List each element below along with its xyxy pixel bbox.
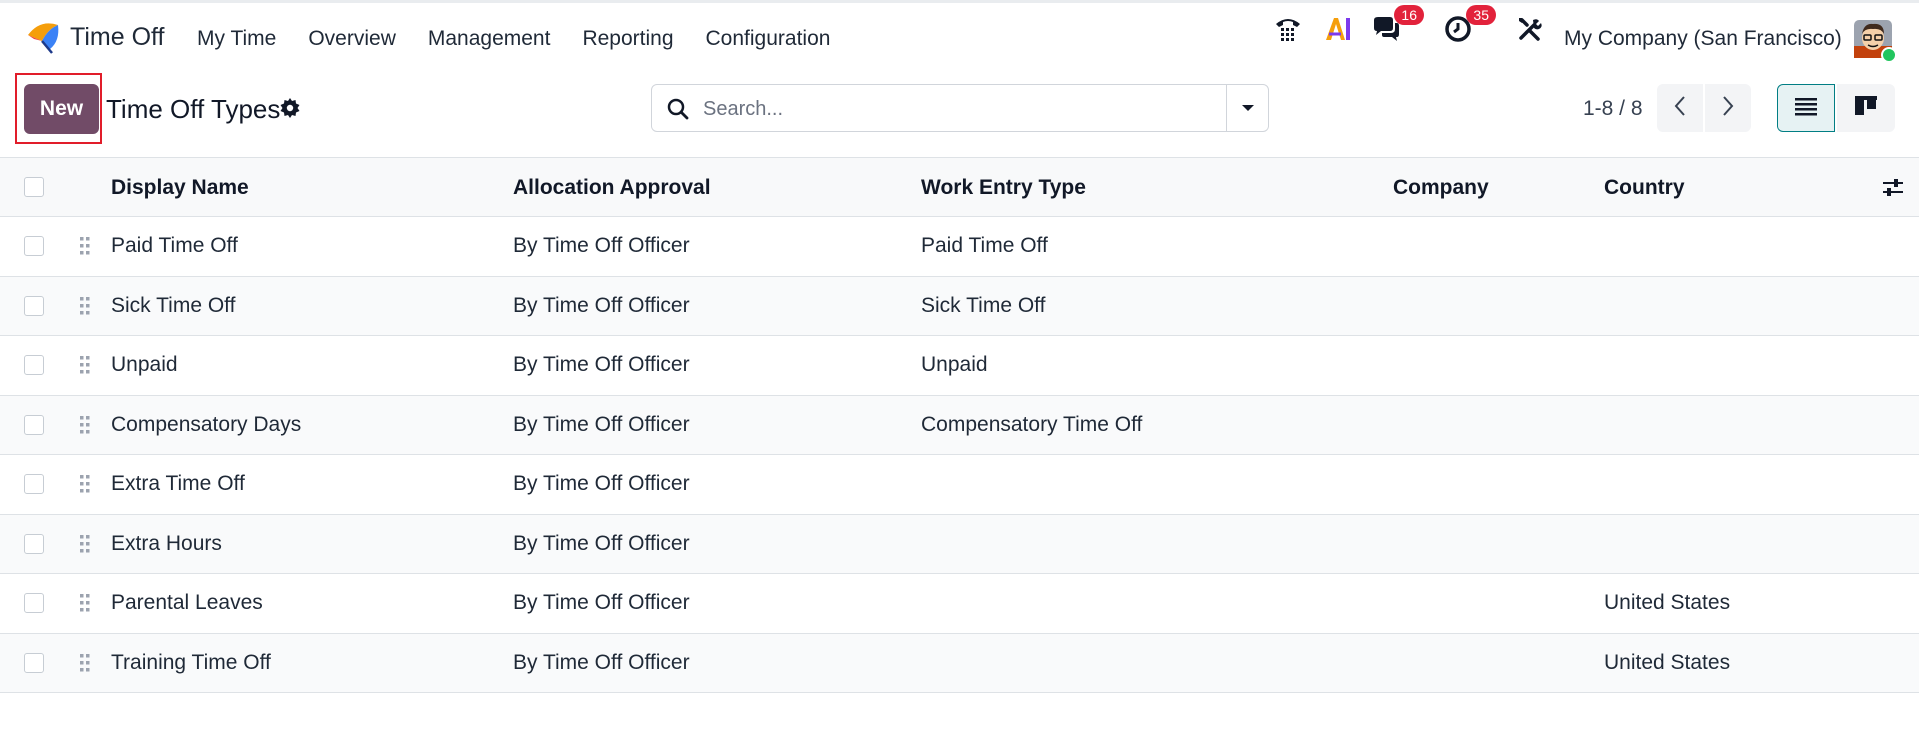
online-status-dot	[1881, 47, 1897, 63]
menu-my-time[interactable]: My Time	[197, 27, 276, 51]
activities-count-badge: 35	[1466, 5, 1496, 25]
list-view-icon	[1794, 96, 1818, 121]
messages-count-badge: 16	[1394, 5, 1424, 25]
ai-icon[interactable]	[1322, 13, 1354, 45]
cell-display-name: Extra Time Off	[111, 472, 245, 495]
cell-allocation-approval: By Time Off Officer	[513, 591, 690, 614]
pager-next-button[interactable]	[1705, 84, 1751, 132]
tools-icon[interactable]	[1514, 13, 1546, 45]
search-options-toggle-icon[interactable]	[1227, 85, 1269, 131]
header-display-name[interactable]: Display Name	[111, 176, 249, 200]
time-off-app-icon	[24, 19, 60, 55]
gear-icon[interactable]	[280, 98, 302, 120]
table-row[interactable]: Sick Time Off By Time Off Officer Sick Tim…	[0, 276, 1919, 336]
kanban-view-button[interactable]	[1837, 84, 1895, 132]
row-select-checkbox[interactable]	[24, 414, 44, 435]
table-row[interactable]: Training Time Off By Time Off Officer Unit…	[0, 633, 1919, 693]
list-view-button[interactable]	[1777, 84, 1835, 132]
app-title: Time Off	[70, 22, 165, 51]
cell-display-name: Unpaid	[111, 353, 178, 376]
chevron-left-icon	[1673, 95, 1687, 122]
menu-management[interactable]: Management	[428, 27, 551, 51]
table-row[interactable]: Unpaid By Time Off Officer Unpaid	[0, 336, 1919, 396]
phone-icon[interactable]	[1272, 13, 1304, 45]
pager-previous-button[interactable]	[1657, 84, 1703, 132]
row-select-checkbox[interactable]	[24, 355, 44, 375]
drag-handle-icon[interactable]	[79, 593, 91, 613]
new-button[interactable]: New	[24, 84, 99, 134]
search-bar	[651, 84, 1269, 133]
cell-country: United States	[1604, 650, 1731, 674]
header-country[interactable]: Country	[1604, 176, 1685, 200]
drag-handle-icon[interactable]	[79, 296, 91, 316]
drag-handle-icon[interactable]	[79, 534, 91, 554]
kanban-view-icon	[1854, 95, 1878, 122]
cell-allocation-approval: By Time Off Officer	[513, 353, 690, 376]
user-avatar[interactable]	[1854, 20, 1897, 63]
activities-clock-icon[interactable]: 35	[1442, 5, 1496, 45]
page-title: Time Off Types	[106, 94, 281, 124]
drag-handle-icon[interactable]	[79, 236, 91, 256]
row-select-checkbox[interactable]	[24, 593, 44, 613]
column-settings-icon[interactable]	[1882, 178, 1904, 198]
chevron-right-icon	[1721, 95, 1735, 122]
row-select-checkbox[interactable]	[24, 295, 44, 316]
messages-icon[interactable]: 16	[1370, 5, 1424, 45]
row-select-checkbox[interactable]	[24, 533, 44, 554]
menu-overview[interactable]: Overview	[308, 27, 396, 51]
search-icon	[666, 97, 690, 121]
cell-allocation-approval: By Time Off Officer	[513, 293, 690, 317]
table-row[interactable]: Extra Hours By Time Off Officer	[0, 514, 1919, 574]
cell-allocation-approval: By Time Off Officer	[513, 650, 690, 674]
cell-allocation-approval: By Time Off Officer	[513, 412, 690, 436]
cell-work-entry-type: Compensatory Time Off	[921, 412, 1143, 436]
cell-display-name: Compensatory Days	[111, 412, 302, 436]
cell-allocation-approval: By Time Off Officer	[513, 234, 690, 257]
cell-work-entry-type: Unpaid	[921, 353, 988, 376]
cell-work-entry-type: Paid Time Off	[921, 234, 1048, 257]
cell-allocation-approval: By Time Off Officer	[513, 472, 690, 495]
table-row[interactable]: Compensatory Days By Time Off Officer Comp…	[0, 395, 1919, 455]
select-all-checkbox[interactable]	[24, 177, 44, 197]
header-allocation-approval[interactable]: Allocation Approval	[513, 176, 711, 200]
row-select-checkbox[interactable]	[24, 236, 44, 256]
drag-handle-icon[interactable]	[79, 415, 91, 435]
main-menu: My Time Overview Management Reporting Co…	[197, 27, 862, 51]
cell-display-name: Paid Time Off	[111, 234, 238, 257]
table-row[interactable]: Paid Time Off By Time Off Officer Paid Tim…	[0, 217, 1919, 277]
app-brand[interactable]: Time Off	[24, 19, 164, 55]
cell-display-name: Sick Time Off	[111, 293, 236, 317]
menu-configuration[interactable]: Configuration	[706, 27, 831, 51]
table-row[interactable]: Parental Leaves By Time Off Officer United…	[0, 574, 1919, 634]
menu-reporting[interactable]: Reporting	[582, 27, 673, 51]
cell-country: United States	[1604, 591, 1731, 614]
header-company[interactable]: Company	[1393, 176, 1489, 200]
cell-work-entry-type: Sick Time Off	[921, 293, 1046, 317]
drag-handle-icon[interactable]	[79, 653, 91, 673]
header-work-entry-type[interactable]: Work Entry Type	[921, 176, 1086, 200]
top-navbar: Time Off My Time Overview Management Rep…	[0, 0, 1919, 78]
drag-handle-icon[interactable]	[79, 474, 91, 494]
table-header: Display Name Allocation Approval Work En…	[0, 157, 1919, 217]
cell-display-name: Training Time Off	[111, 650, 271, 674]
row-select-checkbox[interactable]	[24, 652, 44, 673]
row-select-checkbox[interactable]	[24, 474, 44, 494]
cell-allocation-approval: By Time Off Officer	[513, 531, 690, 555]
company-switcher[interactable]: My Company (San Francisco)	[1564, 27, 1842, 51]
search-input[interactable]	[701, 85, 1205, 133]
drag-handle-icon[interactable]	[79, 355, 91, 375]
pager-value[interactable]: 1-8 / 8	[1583, 97, 1643, 121]
cell-display-name: Extra Hours	[111, 531, 222, 555]
cell-display-name: Parental Leaves	[111, 591, 263, 614]
table-row[interactable]: Extra Time Off By Time Off Officer	[0, 455, 1919, 515]
